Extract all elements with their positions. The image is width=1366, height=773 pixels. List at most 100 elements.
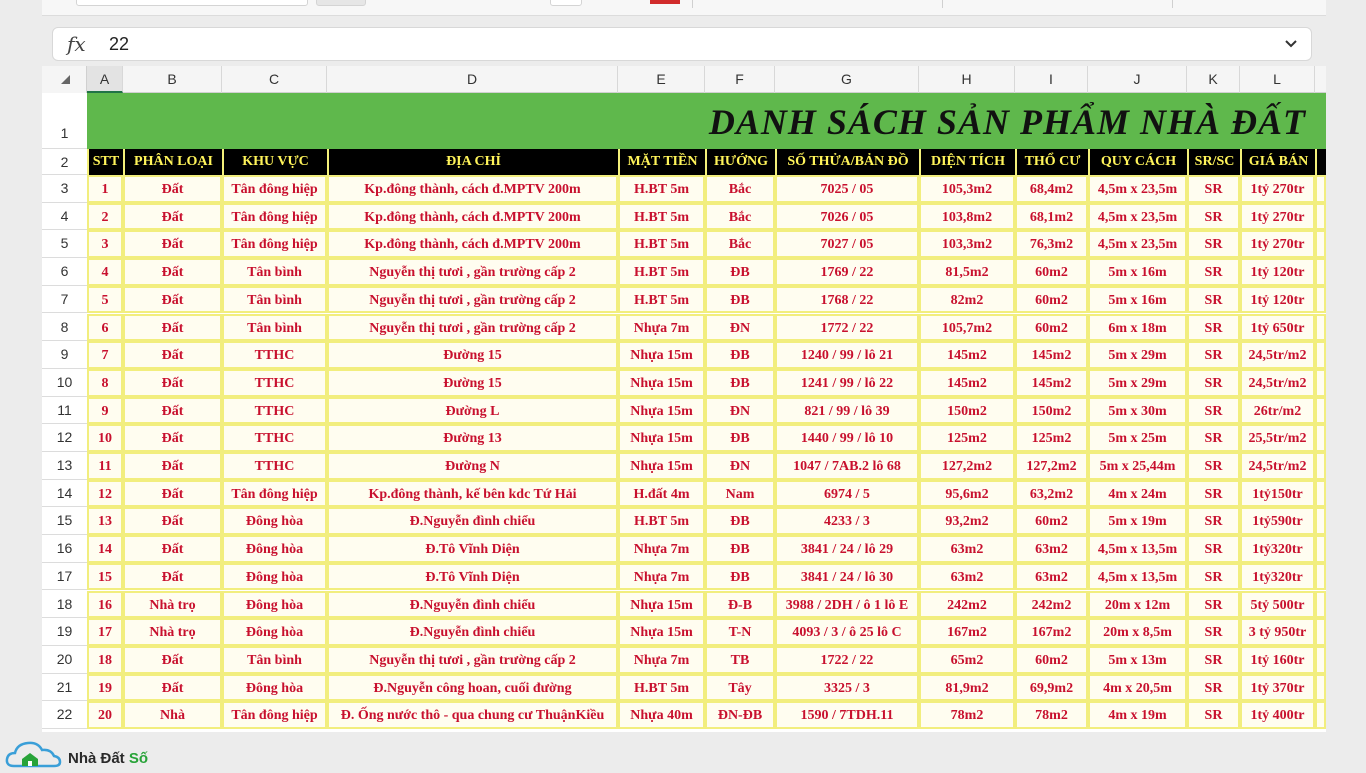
toolbar-button[interactable] xyxy=(316,0,366,6)
table-cell[interactable]: TTHC xyxy=(222,341,327,369)
table-cell[interactable]: 68,4m2 xyxy=(1015,175,1088,203)
table-cell[interactable]: H.đất 4m xyxy=(618,479,705,508)
table-cell[interactable]: 24,5tr/m2 xyxy=(1240,452,1315,480)
table-cell[interactable]: 145m2 xyxy=(1015,368,1088,397)
table-cell[interactable]: SR xyxy=(1187,562,1240,591)
table-cell[interactable]: 5m x 13m xyxy=(1088,645,1187,674)
table-cell[interactable]: Đất xyxy=(123,645,222,674)
table-cell[interactable]: Nhựa 15m xyxy=(618,368,705,397)
table-cell[interactable]: 68,1m2 xyxy=(1015,202,1088,231)
table-cell[interactable]: 150m2 xyxy=(1015,396,1088,425)
table-cell[interactable]: TTHC xyxy=(222,368,327,397)
table-cell[interactable]: Đất xyxy=(123,452,222,480)
row-header-22[interactable]: 22 xyxy=(42,701,87,729)
table-cell[interactable]: 2 xyxy=(87,202,123,231)
table-cell[interactable]: 6974 / 5 xyxy=(775,479,919,508)
table-cell[interactable]: 3 tỷ 950tr xyxy=(1240,618,1315,646)
column-header-c[interactable]: C xyxy=(222,66,327,93)
table-cell[interactable]: 9 xyxy=(87,396,123,425)
table-cell[interactable]: ĐB xyxy=(705,535,775,563)
table-cell[interactable]: 1tỷ 270tr xyxy=(1240,230,1315,259)
table-cell[interactable]: Nhựa 40m xyxy=(618,701,705,729)
table-cell[interactable]: 1440 / 99 / lô 10 xyxy=(775,424,919,452)
table-cell[interactable]: Đất xyxy=(123,424,222,452)
table-cell[interactable]: 1722 / 22 xyxy=(775,645,919,674)
column-header-a[interactable]: A xyxy=(87,66,123,93)
table-cell[interactable]: Nhà trọ xyxy=(123,590,222,619)
table-cell[interactable]: Nguyễn thị tươi , gần trường cấp 2 xyxy=(327,645,618,674)
table-cell[interactable]: Nguyễn thị tươi , gần trường cấp 2 xyxy=(327,313,618,342)
table-cell[interactable]: SR xyxy=(1187,424,1240,452)
table-cell[interactable]: Tân bình xyxy=(222,645,327,674)
column-header-d[interactable]: D xyxy=(327,66,618,93)
table-cell[interactable]: 103,3m2 xyxy=(919,230,1015,259)
header-cell[interactable]: GIÁ BÁN xyxy=(1240,149,1315,175)
table-cell[interactable]: 10 xyxy=(87,424,123,452)
table-cell[interactable]: 167m2 xyxy=(1015,618,1088,646)
table-cell[interactable]: Đất xyxy=(123,258,222,286)
table-cell-partial[interactable] xyxy=(1315,285,1326,314)
row-header-8[interactable]: 8 xyxy=(42,314,87,342)
table-cell-partial[interactable] xyxy=(1315,341,1326,369)
table-cell[interactable]: 26tr/m2 xyxy=(1240,396,1315,425)
header-cell[interactable]: SR/SC xyxy=(1187,149,1240,175)
table-cell[interactable]: Đông hòa xyxy=(222,507,327,536)
table-cell[interactable]: 24,5tr/m2 xyxy=(1240,368,1315,397)
table-cell[interactable]: Đông hòa xyxy=(222,590,327,619)
table-cell[interactable]: SR xyxy=(1187,341,1240,369)
header-cell[interactable]: SỐ THỬA/BẢN ĐỒ xyxy=(775,149,919,175)
table-cell[interactable]: Đường L xyxy=(327,396,618,425)
table-cell[interactable]: 12 xyxy=(87,479,123,508)
table-cell[interactable]: SR xyxy=(1187,645,1240,674)
table-cell[interactable]: Đất xyxy=(123,396,222,425)
table-cell[interactable]: 63,2m2 xyxy=(1015,479,1088,508)
column-header-e[interactable]: E xyxy=(618,66,705,93)
row-header-18[interactable]: 18 xyxy=(42,591,87,619)
table-cell[interactable]: ĐB xyxy=(705,258,775,286)
table-cell[interactable]: 24,5tr/m2 xyxy=(1240,341,1315,369)
table-cell[interactable]: Bắc xyxy=(705,202,775,231)
table-cell[interactable]: 150m2 xyxy=(919,396,1015,425)
row-header-3[interactable]: 3 xyxy=(42,175,87,203)
table-cell[interactable]: 5m x 16m xyxy=(1088,258,1187,286)
table-cell[interactable]: 145m2 xyxy=(919,341,1015,369)
table-cell[interactable]: 1tỷ150tr xyxy=(1240,479,1315,508)
table-cell-partial[interactable] xyxy=(1315,175,1326,203)
table-cell[interactable]: SR xyxy=(1187,673,1240,702)
table-cell[interactable]: Đường 13 xyxy=(327,424,618,452)
table-cell[interactable]: TTHC xyxy=(222,452,327,480)
table-cell[interactable]: H.BT 5m xyxy=(618,258,705,286)
row-header-4[interactable]: 4 xyxy=(42,203,87,231)
row-header-2[interactable]: 2 xyxy=(42,149,87,175)
table-cell[interactable]: Nhựa 7m xyxy=(618,313,705,342)
table-cell[interactable]: 1tỷ 650tr xyxy=(1240,313,1315,342)
table-cell[interactable]: 65m2 xyxy=(919,645,1015,674)
table-cell[interactable]: ĐB xyxy=(705,507,775,536)
row-header-13[interactable]: 13 xyxy=(42,452,87,480)
row-header-12[interactable]: 12 xyxy=(42,424,87,452)
table-cell[interactable]: Nhựa 7m xyxy=(618,535,705,563)
table-cell[interactable]: 242m2 xyxy=(1015,590,1088,619)
table-cell[interactable]: Đ.Nguyễn đình chiểu xyxy=(327,618,618,646)
table-cell-partial[interactable] xyxy=(1315,258,1326,286)
row-header-20[interactable]: 20 xyxy=(42,646,87,674)
table-cell[interactable]: Bắc xyxy=(705,230,775,259)
table-cell[interactable]: ĐB xyxy=(705,341,775,369)
table-cell[interactable]: ĐN xyxy=(705,452,775,480)
table-cell-partial[interactable] xyxy=(1315,507,1326,536)
table-cell[interactable]: Tân đông hiệp xyxy=(222,479,327,508)
table-cell-partial[interactable] xyxy=(1315,562,1326,591)
table-cell[interactable]: 11 xyxy=(87,452,123,480)
table-cell[interactable]: 7027 / 05 xyxy=(775,230,919,259)
table-cell[interactable]: 1772 / 22 xyxy=(775,313,919,342)
header-cell[interactable]: QUY CÁCH xyxy=(1088,149,1187,175)
table-cell[interactable]: 5m x 16m xyxy=(1088,285,1187,314)
table-cell[interactable]: 81,9m2 xyxy=(919,673,1015,702)
table-cell[interactable]: 1769 / 22 xyxy=(775,258,919,286)
table-cell[interactable]: 242m2 xyxy=(919,590,1015,619)
table-cell[interactable]: 127,2m2 xyxy=(919,452,1015,480)
table-cell[interactable]: 3841 / 24 / lô 29 xyxy=(775,535,919,563)
table-cell[interactable]: ĐN-ĐB xyxy=(705,701,775,729)
table-cell[interactable]: SR xyxy=(1187,701,1240,729)
table-cell[interactable]: SR xyxy=(1187,452,1240,480)
